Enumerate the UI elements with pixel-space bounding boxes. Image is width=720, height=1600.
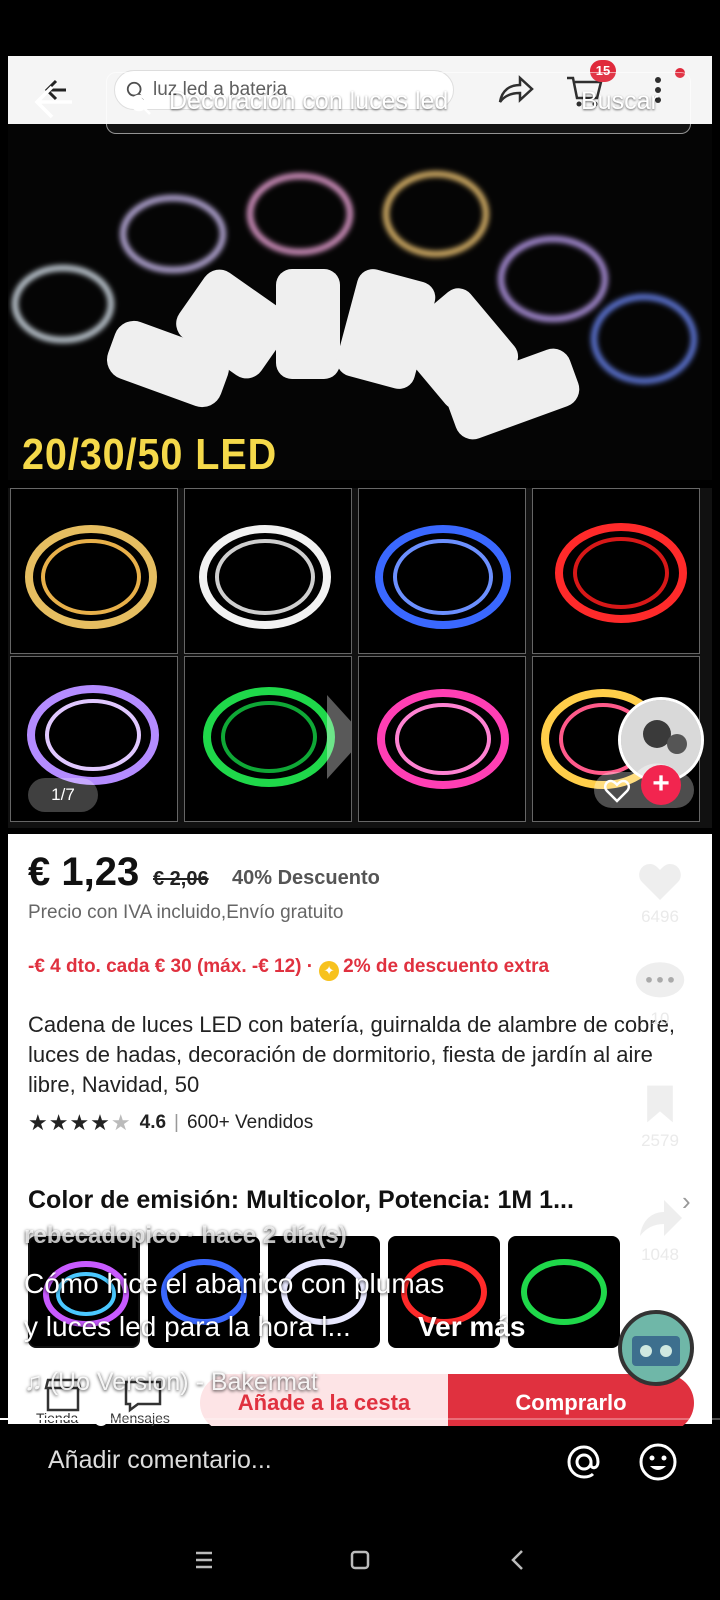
product-hero-image[interactable]: 20/30/50 LED: [8, 124, 712, 480]
vat-shipping-note: Precio con IVA incluido,Envío gratuito: [28, 902, 344, 923]
tiktok-back-icon[interactable]: [32, 82, 76, 122]
coupon-text: -€ 4 dto. cada € 30 (máx. -€ 12) ·: [28, 956, 314, 977]
comment-count: 10: [650, 1009, 670, 1028]
original-price: € 2,06: [153, 868, 209, 890]
share-action[interactable]: 1048: [630, 1196, 690, 1265]
emoji-icon[interactable]: [636, 1440, 680, 1484]
music-track[interactable]: ♫ (Uo Version) - Bakermat: [24, 1368, 318, 1397]
video-description-line1: Cómo hice el abanico con plumas: [24, 1268, 445, 1299]
led-lights-illustration: [12, 171, 697, 440]
video-progress-track[interactable]: [0, 1418, 720, 1420]
see-more-link[interactable]: Ver más: [418, 1311, 525, 1343]
tiktok-search-bar[interactable]: Decoración con luces led Buscar: [106, 72, 691, 134]
heart-outline-icon: [603, 779, 631, 803]
discount-label: 40% Descuento: [232, 867, 380, 889]
music-disc[interactable]: [618, 1310, 694, 1386]
hero-caption: 20/30/50 LED: [22, 430, 278, 479]
share-count: 1048: [641, 1245, 679, 1264]
bookmark-icon: [647, 1085, 673, 1123]
like-count: 6496: [641, 907, 679, 926]
video-progress-knob[interactable]: [93, 1412, 108, 1426]
back-icon[interactable]: [498, 1540, 538, 1580]
video-progress-fill: [0, 1418, 101, 1420]
thumbnail-blue[interactable]: [358, 488, 526, 654]
rating-stars: ★★★★★: [28, 1110, 132, 1135]
thumbnail-red[interactable]: [532, 488, 700, 654]
share-arrow-icon: [640, 1200, 682, 1236]
save-action[interactable]: 2579: [630, 1082, 690, 1151]
thumbnail-warm-white[interactable]: [10, 488, 178, 654]
like-action[interactable]: 6496: [630, 862, 690, 927]
image-counter: 1/7: [28, 778, 98, 812]
thumbnail-cool-white[interactable]: [184, 488, 352, 654]
recent-apps-icon[interactable]: [184, 1540, 224, 1580]
home-icon[interactable]: [340, 1540, 380, 1580]
mention-at-icon[interactable]: [562, 1440, 606, 1484]
comment-bubble-icon: [635, 962, 685, 998]
video-author[interactable]: rebecadopico · hace 2 día(s): [24, 1222, 347, 1250]
save-count: 2579: [641, 1131, 679, 1150]
video-more-icon[interactable]: ···: [656, 1282, 678, 1308]
thumbnail-pink[interactable]: [358, 656, 526, 822]
product-price: € 1,23: [28, 850, 140, 894]
tiktok-search-query: Decoración con luces led: [169, 87, 449, 115]
video-description-line2: y luces led para la hora l...: [24, 1311, 351, 1342]
extra-discount-text: 2% de descuento extra: [343, 956, 550, 977]
variant-selector[interactable]: Color de emisión: Multicolor, Potencia: …: [28, 1186, 678, 1215]
coin-icon: ✦: [319, 961, 340, 981]
status-bar: [0, 0, 720, 56]
rating-separator: |: [174, 1112, 179, 1133]
comment-input[interactable]: Añadir comentario...: [48, 1446, 272, 1475]
sold-count: 600+ Vendidos: [186, 1112, 314, 1133]
coupon-row[interactable]: -€ 4 dto. cada € 30 (máx. -€ 12) · ✦ 2% de…: [28, 956, 549, 981]
rating-value: 4.6: [139, 1112, 167, 1133]
tiktok-search-button[interactable]: Buscar: [581, 87, 659, 116]
search-icon: [130, 94, 151, 115]
thumbnail-green[interactable]: [184, 656, 352, 822]
rating-row[interactable]: ★★★★★ 4.6 | 600+ Vendidos: [28, 1110, 313, 1136]
heart-icon: [639, 864, 681, 900]
comment-action[interactable]: 10: [630, 960, 690, 1029]
product-title: Cadena de luces LED con batería, guirnal…: [28, 1012, 675, 1097]
follow-plus-button[interactable]: +: [641, 765, 681, 805]
